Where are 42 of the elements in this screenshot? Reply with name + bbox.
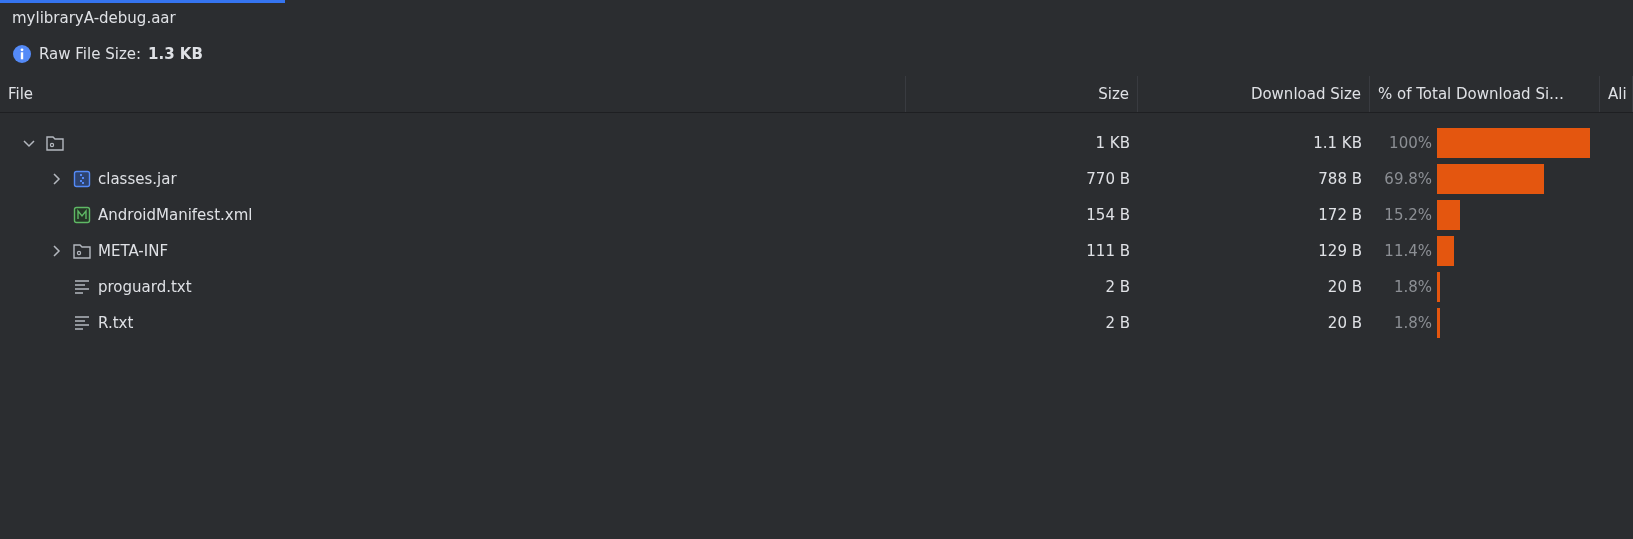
size-value: 154 B <box>1086 206 1131 224</box>
size-value: 2 B <box>1105 314 1131 332</box>
folder-icon <box>45 133 65 153</box>
column-header[interactable]: Size <box>906 76 1138 112</box>
folder-icon <box>72 241 92 261</box>
percent-value: 69.8% <box>1383 170 1432 188</box>
column-header[interactable]: Ali <box>1600 76 1633 112</box>
download-size-value: 788 B <box>1318 170 1363 188</box>
text-file-icon <box>72 313 92 333</box>
info-icon <box>12 44 32 64</box>
file-name: AndroidManifest.xml <box>98 206 253 224</box>
percent-value: 1.8% <box>1392 314 1432 332</box>
column-header[interactable]: % of Total Download Si… <box>1370 76 1600 112</box>
archive-icon <box>72 169 92 189</box>
percent-value: 11.4% <box>1383 242 1432 260</box>
download-size-value: 20 B <box>1327 314 1363 332</box>
size-value: 2 B <box>1105 278 1131 296</box>
file-name: classes.jar <box>98 170 177 188</box>
file-name: R.txt <box>98 314 134 332</box>
column-header[interactable]: Download Size <box>1138 76 1370 112</box>
download-size-value: 129 B <box>1318 242 1363 260</box>
column-header[interactable]: File <box>0 76 906 112</box>
download-size-value: 172 B <box>1318 206 1363 224</box>
percent-bar <box>1437 200 1461 230</box>
size-value: 1 KB <box>1095 134 1131 152</box>
raw-file-size-value: 1.3 KB <box>148 45 203 63</box>
percent-bar <box>1437 236 1455 266</box>
size-value: 111 B <box>1086 242 1131 260</box>
download-size-value: 20 B <box>1327 278 1363 296</box>
manifest-icon <box>72 205 92 225</box>
download-size-value: 1.1 KB <box>1313 134 1363 152</box>
text-file-icon <box>72 277 92 297</box>
percent-bar <box>1437 272 1440 302</box>
file-name: META-INF <box>98 242 169 260</box>
file-name: proguard.txt <box>98 278 192 296</box>
percent-bar <box>1437 308 1440 338</box>
percent-value: 15.2% <box>1383 206 1432 224</box>
percent-value: 1.8% <box>1392 278 1432 296</box>
percent-value: 100% <box>1388 134 1432 152</box>
size-value: 770 B <box>1086 170 1131 188</box>
raw-file-size-label: Raw File Size: <box>39 45 142 63</box>
file-tab[interactable]: mylibraryA-debug.aar <box>0 0 285 32</box>
